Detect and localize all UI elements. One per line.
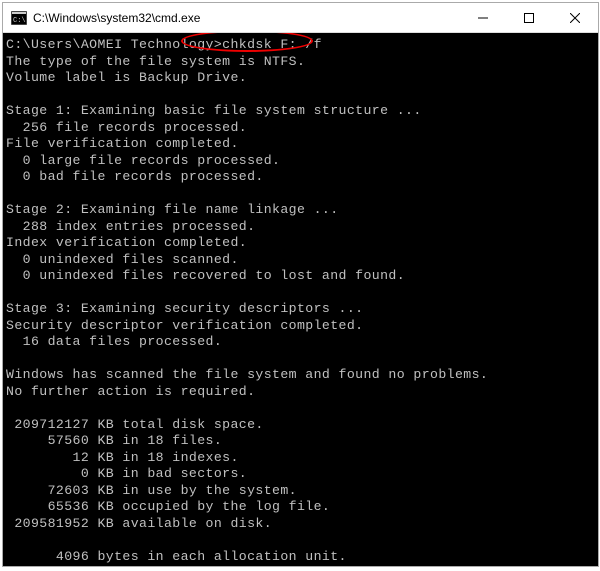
- output-line: 65536 KB occupied by the log file.: [6, 499, 595, 516]
- output-line: Stage 3: Examining security descriptors …: [6, 301, 595, 318]
- output-line: File verification completed.: [6, 136, 595, 153]
- output-line: No further action is required.: [6, 384, 595, 401]
- output-line: [6, 532, 595, 549]
- output-line: 12 KB in 18 indexes.: [6, 450, 595, 467]
- cmd-icon: C:\: [11, 11, 27, 25]
- output-line: 57560 KB in 18 files.: [6, 433, 595, 450]
- output-line: [6, 400, 595, 417]
- close-button[interactable]: [552, 3, 598, 33]
- window-title: C:\Windows\system32\cmd.exe: [33, 11, 460, 25]
- output-line: 72603 KB in use by the system.: [6, 483, 595, 500]
- output-line: 0 KB in bad sectors.: [6, 466, 595, 483]
- output-line: 0 unindexed files scanned.: [6, 252, 595, 269]
- svg-text:C:\: C:\: [13, 17, 26, 25]
- output-line: Index verification completed.: [6, 235, 595, 252]
- output-line: 288 index entries processed.: [6, 219, 595, 236]
- titlebar[interactable]: C:\ C:\Windows\system32\cmd.exe: [3, 3, 598, 33]
- output-line: 0 bad file records processed.: [6, 169, 595, 186]
- output-line: 52428031 total allocation units on disk.: [6, 565, 595, 566]
- terminal-output[interactable]: C:\Users\AOMEI Technology>chkdsk F: /f T…: [3, 33, 598, 566]
- output-line: 4096 bytes in each allocation unit.: [6, 549, 595, 566]
- output-line: [6, 87, 595, 104]
- cmd-window: C:\ C:\Windows\system32\cmd.exe C:\Users…: [2, 2, 599, 567]
- output-line: 0 unindexed files recovered to lost and …: [6, 268, 595, 285]
- output-line: The type of the file system is NTFS.: [6, 54, 595, 71]
- minimize-button[interactable]: [460, 3, 506, 33]
- output-line: 209581952 KB available on disk.: [6, 516, 595, 533]
- output-line: Stage 2: Examining file name linkage ...: [6, 202, 595, 219]
- output-line: [6, 285, 595, 302]
- prompt-line: C:\Users\AOMEI Technology>chkdsk F: /f: [6, 37, 595, 54]
- command: chkdsk F: /f: [222, 37, 322, 52]
- prompt: C:\Users\AOMEI Technology>: [6, 37, 222, 52]
- maximize-button[interactable]: [506, 3, 552, 33]
- output-line: 256 file records processed.: [6, 120, 595, 137]
- output-line: Security descriptor verification complet…: [6, 318, 595, 335]
- output-line: Volume label is Backup Drive.: [6, 70, 595, 87]
- output-line: [6, 186, 595, 203]
- output-line: [6, 351, 595, 368]
- titlebar-controls: [460, 3, 598, 33]
- output-line: Windows has scanned the file system and …: [6, 367, 595, 384]
- output-line: 0 large file records processed.: [6, 153, 595, 170]
- output-line: 209712127 KB total disk space.: [6, 417, 595, 434]
- output-line: Stage 1: Examining basic file system str…: [6, 103, 595, 120]
- output-line: 16 data files processed.: [6, 334, 595, 351]
